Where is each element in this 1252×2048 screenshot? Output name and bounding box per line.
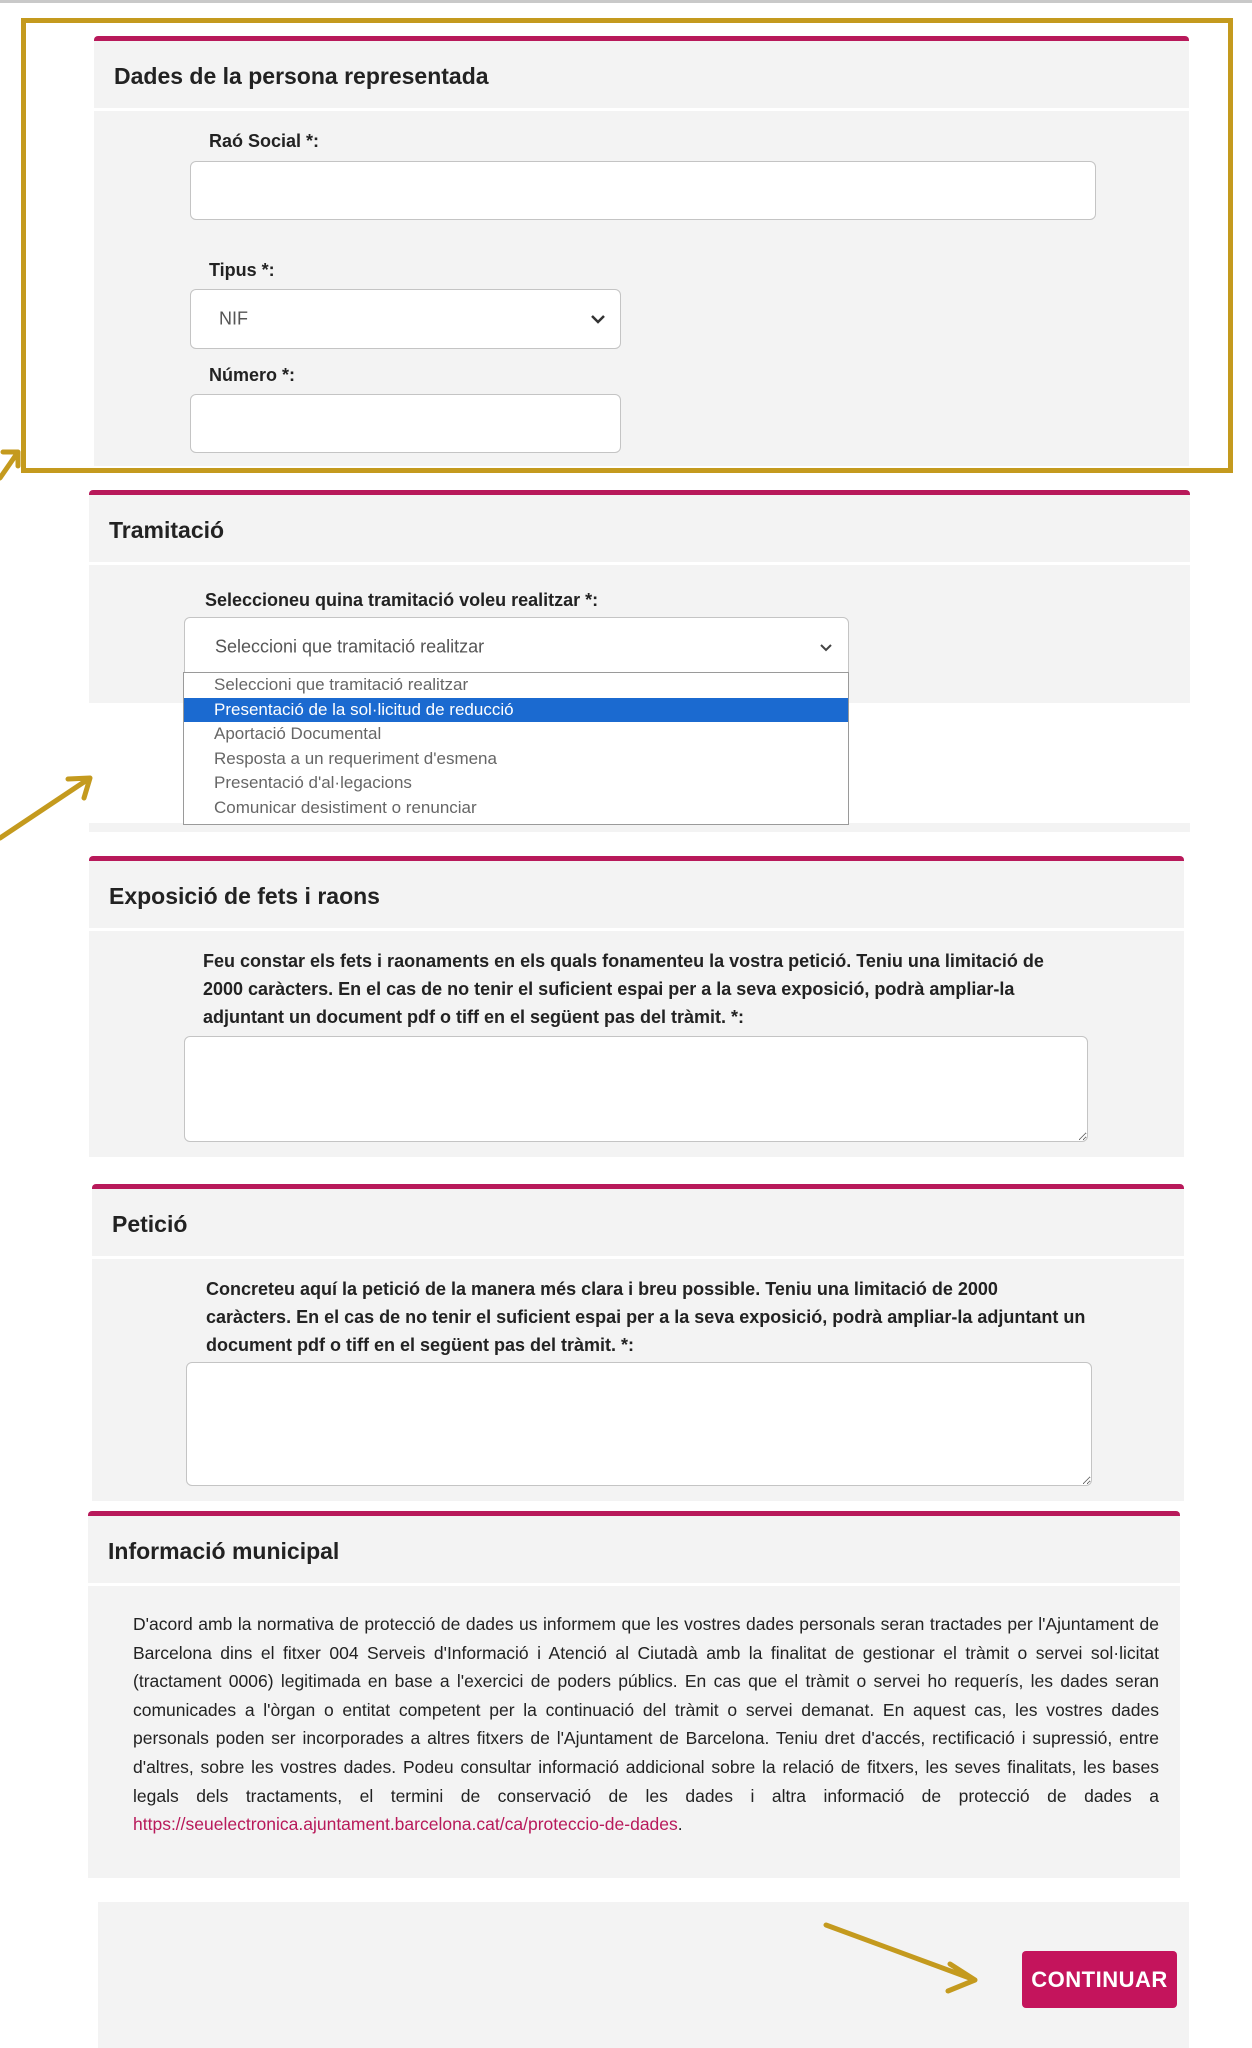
company-name-label: Raó Social *: (209, 131, 320, 151)
panel-header: Informació municipal (88, 1516, 1180, 1586)
dropdown-option[interactable]: Presentació d'al·legacions (184, 771, 848, 796)
continue-button[interactable]: CONTINUAR (1022, 1951, 1177, 2008)
privacy-text-end: . (677, 1814, 683, 1835)
panel-title: Petició (112, 1211, 188, 1237)
tramitacio-select[interactable]: Seleccioni que tramitació realitzar (184, 617, 849, 677)
top-divider (0, 0, 1252, 3)
exposicio-panel: Exposició de fets i raons Feu constar el… (89, 856, 1184, 1157)
panel-title: Exposició de fets i raons (109, 883, 380, 909)
document-type-value: NIF (219, 308, 248, 329)
panel-header: Tramitació (89, 495, 1190, 565)
privacy-text: D'acord amb la normativa de protecció de… (133, 1614, 1159, 1806)
document-type-label: Tipus *: (209, 260, 275, 280)
dropdown-option[interactable]: Comunicar desistiment o renunciar (184, 796, 848, 821)
tramitacio-dropdown-list[interactable]: Seleccioni que tramitació realitzar Pres… (183, 672, 849, 825)
peticio-textarea[interactable] (186, 1362, 1092, 1486)
document-number-input[interactable] (190, 394, 621, 453)
dropdown-option[interactable]: Aportació Documental (184, 722, 848, 747)
privacy-link[interactable]: https://seuelectronica.ajuntament.barcel… (133, 1814, 678, 1834)
tramitacio-select-value: Seleccioni que tramitació realitzar (215, 636, 485, 657)
exposicio-textarea[interactable] (184, 1036, 1088, 1142)
dropdown-option[interactable]: Seleccioni que tramitació realitzar (184, 673, 848, 698)
dropdown-option[interactable]: Resposta a un requeriment d'esmena (184, 747, 848, 772)
represented-person-panel: Dades de la persona representada Raó Soc… (94, 36, 1189, 466)
peticio-panel: Petició Concreteu aquí la petició de la … (92, 1184, 1184, 1501)
panel-header: Petició (92, 1189, 1184, 1259)
company-name-input[interactable] (190, 161, 1096, 220)
tramitacio-select-label: Seleccioneu quina tramitació voleu reali… (205, 590, 599, 610)
arrow-1 (0, 449, 21, 481)
panel-header: Exposició de fets i raons (89, 861, 1184, 931)
dropdown-option-highlighted[interactable]: Presentació de la sol·licitud de reducci… (184, 697, 848, 722)
panel-title: Dades de la persona representada (114, 63, 489, 89)
panel-header: Dades de la persona representada (94, 41, 1189, 111)
privacy-notice: D'acord amb la normativa de protecció de… (133, 1610, 1159, 1839)
document-type-select[interactable]: NIF (190, 289, 621, 349)
arrow-2 (0, 775, 93, 841)
panel-title: Tramitació (109, 517, 225, 543)
exposicio-instructions: Feu constar els fets i raonaments en els… (203, 951, 1044, 1027)
panel-title: Informació municipal (108, 1538, 340, 1564)
peticio-instructions: Concreteu aquí la petició de la manera m… (206, 1279, 1086, 1355)
chevron-down-icon (820, 644, 832, 652)
document-number-label: Número *: (209, 365, 296, 385)
chevron-down-icon (591, 315, 605, 324)
